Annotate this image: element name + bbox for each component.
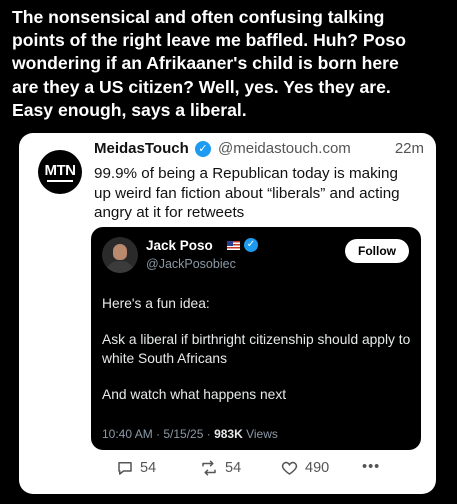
caption-line: The nonsensical and often confusing talk… (12, 7, 385, 27)
tweet-text-line: up weird fan fiction about “liberals” an… (94, 184, 400, 202)
heart-icon (281, 461, 298, 475)
repost-count: 54 (225, 460, 242, 476)
avatar-logo-text: MTN (44, 161, 77, 179)
tweet-header: MeidasTouch ✓ @meidastouch.com 22m (94, 140, 424, 162)
like-count: 490 (305, 460, 330, 476)
quoted-paragraph: And watch what happens next (102, 387, 287, 402)
tweet-text-line: angry at it for retweets (94, 204, 245, 221)
reply-icon (118, 462, 132, 475)
quoted-avatar[interactable] (102, 237, 138, 273)
tweet-text: 99.9% of being a Republican today is mak… (94, 164, 424, 223)
verified-badge-icon: ✓ (195, 141, 211, 157)
repost-button[interactable]: 54 (199, 459, 241, 477)
more-options-button[interactable]: ••• (362, 459, 380, 475)
caption-line: Easy enough, says a liberal. (12, 99, 247, 120)
quoted-tweet-meta: 10:40 AM · 5/15/25 · 983K Views (102, 427, 278, 441)
quoted-paragraph: Ask a liberal if birthright citizenship … (102, 332, 411, 366)
post-caption: The nonsensical and often confusing talk… (12, 6, 448, 122)
author-handle[interactable]: @meidastouch.com (218, 140, 351, 157)
caption-line: are they a US citizen? Well, yes. Yes th… (12, 76, 391, 97)
action-bar: 54 54 490 ••• (94, 459, 424, 481)
tweet-text-line: 99.9% of being a Republican today is mak… (94, 165, 398, 182)
more-icon: ••• (362, 459, 381, 475)
caption-line: wondering if an Afrikaaner's child is bo… (12, 53, 399, 74)
reply-count: 54 (140, 460, 157, 476)
repost-icon (202, 460, 216, 476)
views-label: Views (242, 427, 278, 441)
avatar-head (113, 244, 127, 260)
us-flag-icon (227, 241, 240, 250)
avatar-shoulders (106, 261, 134, 273)
reply-button[interactable]: 54 (116, 459, 156, 477)
quoted-verified-badge-icon: ✓ (244, 238, 258, 252)
views-count: 983K (214, 427, 243, 441)
tweet-card[interactable]: MTN MeidasTouch ✓ @meidastouch.com 22m 9… (19, 133, 436, 494)
author-name[interactable]: MeidasTouch (94, 140, 189, 157)
quoted-tweet-body: Here's a fun idea: Ask a liberal if birt… (102, 294, 414, 421)
timestamp[interactable]: 22m (395, 140, 424, 157)
quoted-author-name[interactable]: Jack Poso (146, 238, 213, 253)
avatar-logo-bar (47, 179, 73, 182)
avatar[interactable]: MTN (38, 150, 82, 194)
quoted-author-handle[interactable]: @JackPosobiec (146, 257, 236, 271)
like-button[interactable]: 490 (280, 459, 329, 477)
quoted-tweet[interactable]: Jack Poso ✓ @JackPosobiec Follow Here's … (91, 227, 421, 450)
follow-button[interactable]: Follow (345, 239, 409, 263)
quoted-paragraph: Here's a fun idea: (102, 296, 210, 311)
quoted-timestamp[interactable]: 10:40 AM · 5/15/25 · (102, 427, 214, 441)
caption-line: points of the right leave me baffled. Hu… (12, 30, 406, 51)
